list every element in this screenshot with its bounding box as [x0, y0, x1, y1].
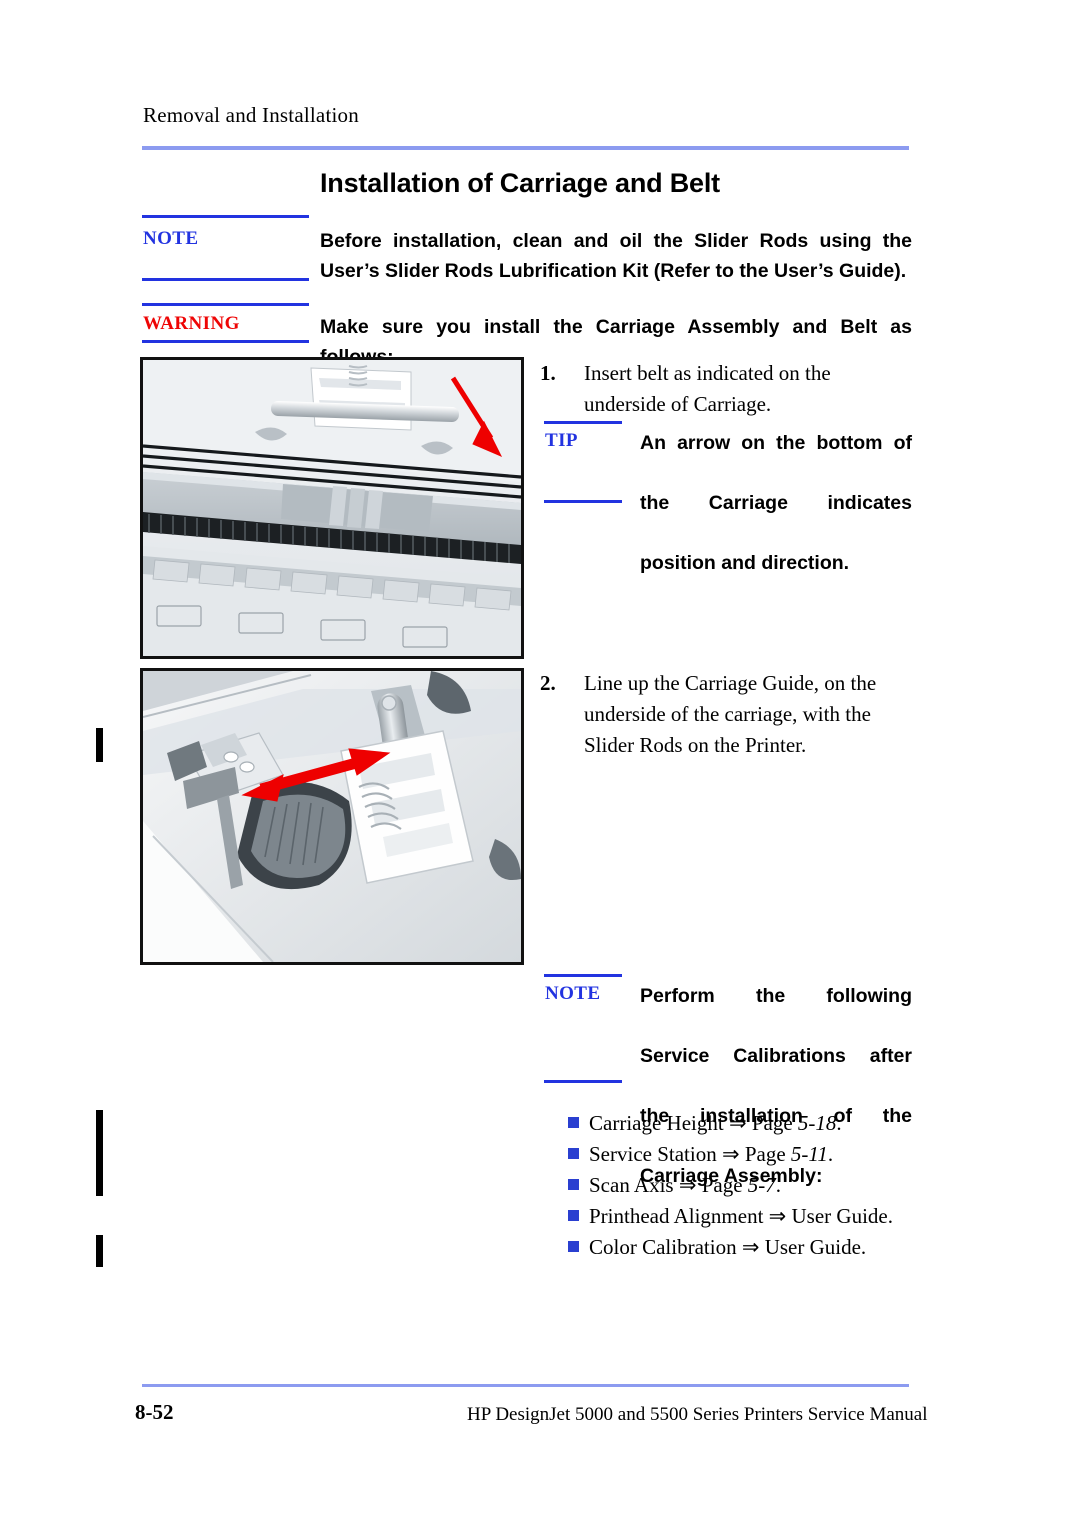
note-top-rule-below	[142, 278, 309, 281]
note-bottom-line-2: Service Calibrations after	[640, 1045, 912, 1067]
calibration-target: Page	[744, 1142, 786, 1166]
note-bottom-line-1: Perform the following	[640, 985, 912, 1007]
calibration-page: 5-18	[797, 1111, 837, 1135]
figure-carriage-belt	[140, 357, 524, 659]
note-top-label: NOTE	[143, 228, 199, 249]
note-top-body: Before installation, clean and oil the S…	[320, 226, 912, 286]
arrow-glyph: ⇒	[678, 1173, 697, 1197]
bullet-square-icon	[568, 1117, 579, 1128]
step-1-number: 1.	[540, 361, 556, 385]
calibration-name: Service Station	[589, 1142, 717, 1166]
calibration-period: .	[775, 1173, 782, 1197]
calibration-name: Printhead Alignment	[589, 1204, 764, 1228]
bullet-square-icon	[568, 1241, 579, 1252]
carriage-guide-illustration	[143, 671, 521, 962]
footer-divider	[142, 1384, 909, 1387]
warning-rule-above	[142, 303, 309, 306]
list-item: Service Station ⇒ Page 5-11.	[568, 1139, 893, 1170]
step-1-line-1: Insert belt as indicated on the	[584, 361, 831, 385]
footer-page-number: 8-52	[135, 1400, 174, 1424]
note-bottom-rule-below	[544, 1080, 622, 1083]
calibration-target: Page	[751, 1111, 793, 1135]
note-top-rule-above	[142, 215, 309, 218]
warning-rule-below	[142, 340, 309, 343]
figure-carriage-guide	[140, 668, 524, 965]
tip-rule-below	[544, 500, 622, 503]
tip-line-3: position and direction.	[640, 552, 850, 574]
step-2: 2. Line up the Carriage Guide, on the un…	[540, 668, 920, 761]
note-bottom-label: NOTE	[545, 983, 601, 1004]
calibration-period: .	[887, 1204, 893, 1228]
step-2-line-1: Line up the Carriage Guide, on the	[584, 671, 877, 695]
document-page: Removal and Installation Installation of…	[0, 0, 1080, 1528]
calibration-target: Page	[701, 1173, 743, 1197]
calibration-period: .	[836, 1111, 842, 1135]
calibration-page: 5-7	[747, 1173, 776, 1197]
bullet-square-icon	[568, 1148, 579, 1159]
arrow-glyph: ⇒	[721, 1142, 740, 1166]
note-top-line-2: Slider Rods Lubrification Kit (Refer to …	[385, 260, 907, 282]
note-bottom-rule-above	[544, 974, 622, 977]
page-title: Installation of Carriage and Belt	[320, 168, 720, 198]
calibration-target: User Guide	[764, 1235, 861, 1259]
calibration-target: User Guide	[791, 1204, 888, 1228]
tip-body: An arrow on the bottom of the Carriage i…	[640, 428, 912, 578]
change-bar	[96, 1235, 103, 1267]
step-1: 1. Insert belt as indicated on the under…	[540, 358, 920, 420]
step-2-line-2: underside of the carriage, with the	[584, 702, 871, 726]
calibration-list: Carriage Height ⇒ Page 5-18. Service Sta…	[568, 1108, 893, 1263]
arrow-glyph: ⇒	[741, 1235, 760, 1259]
tip-label: TIP	[545, 430, 578, 451]
list-item: Carriage Height ⇒ Page 5-18.	[568, 1108, 893, 1139]
footer-manual-title: HP DesignJet 5000 and 5500 Series Printe…	[467, 1404, 928, 1425]
bullet-square-icon	[568, 1210, 579, 1221]
step-1-line-2: underside of Carriage.	[584, 392, 772, 416]
bullet-square-icon	[568, 1179, 579, 1190]
arrow-glyph: ⇒	[768, 1204, 787, 1228]
carriage-belt-illustration	[143, 360, 521, 656]
calibration-name: Scan Axis	[589, 1173, 674, 1197]
calibration-page: 5-11	[790, 1142, 828, 1166]
calibration-name: Color Calibration	[589, 1235, 737, 1259]
calibration-name: Carriage Height	[589, 1111, 724, 1135]
list-item: Printhead Alignment ⇒ User Guide.	[568, 1201, 893, 1232]
change-bar	[96, 1110, 103, 1196]
calibration-period: .	[827, 1142, 834, 1166]
step-2-number: 2.	[540, 671, 556, 695]
step-2-line-3: Slider Rods on the Printer.	[584, 733, 807, 757]
warning-label: WARNING	[143, 313, 240, 334]
arrow-glyph: ⇒	[728, 1111, 747, 1135]
calibration-period: .	[860, 1235, 867, 1259]
tip-rule-above	[544, 421, 622, 424]
list-item: Color Calibration ⇒ User Guide.	[568, 1232, 893, 1263]
header-divider	[142, 146, 909, 150]
tip-line-1: An arrow on the bottom of	[640, 432, 912, 454]
running-head: Removal and Installation	[143, 103, 359, 127]
tip-line-2: the Carriage indicates	[640, 492, 912, 514]
list-item: Scan Axis ⇒ Page 5-7.	[568, 1170, 893, 1201]
change-bar	[96, 728, 103, 762]
